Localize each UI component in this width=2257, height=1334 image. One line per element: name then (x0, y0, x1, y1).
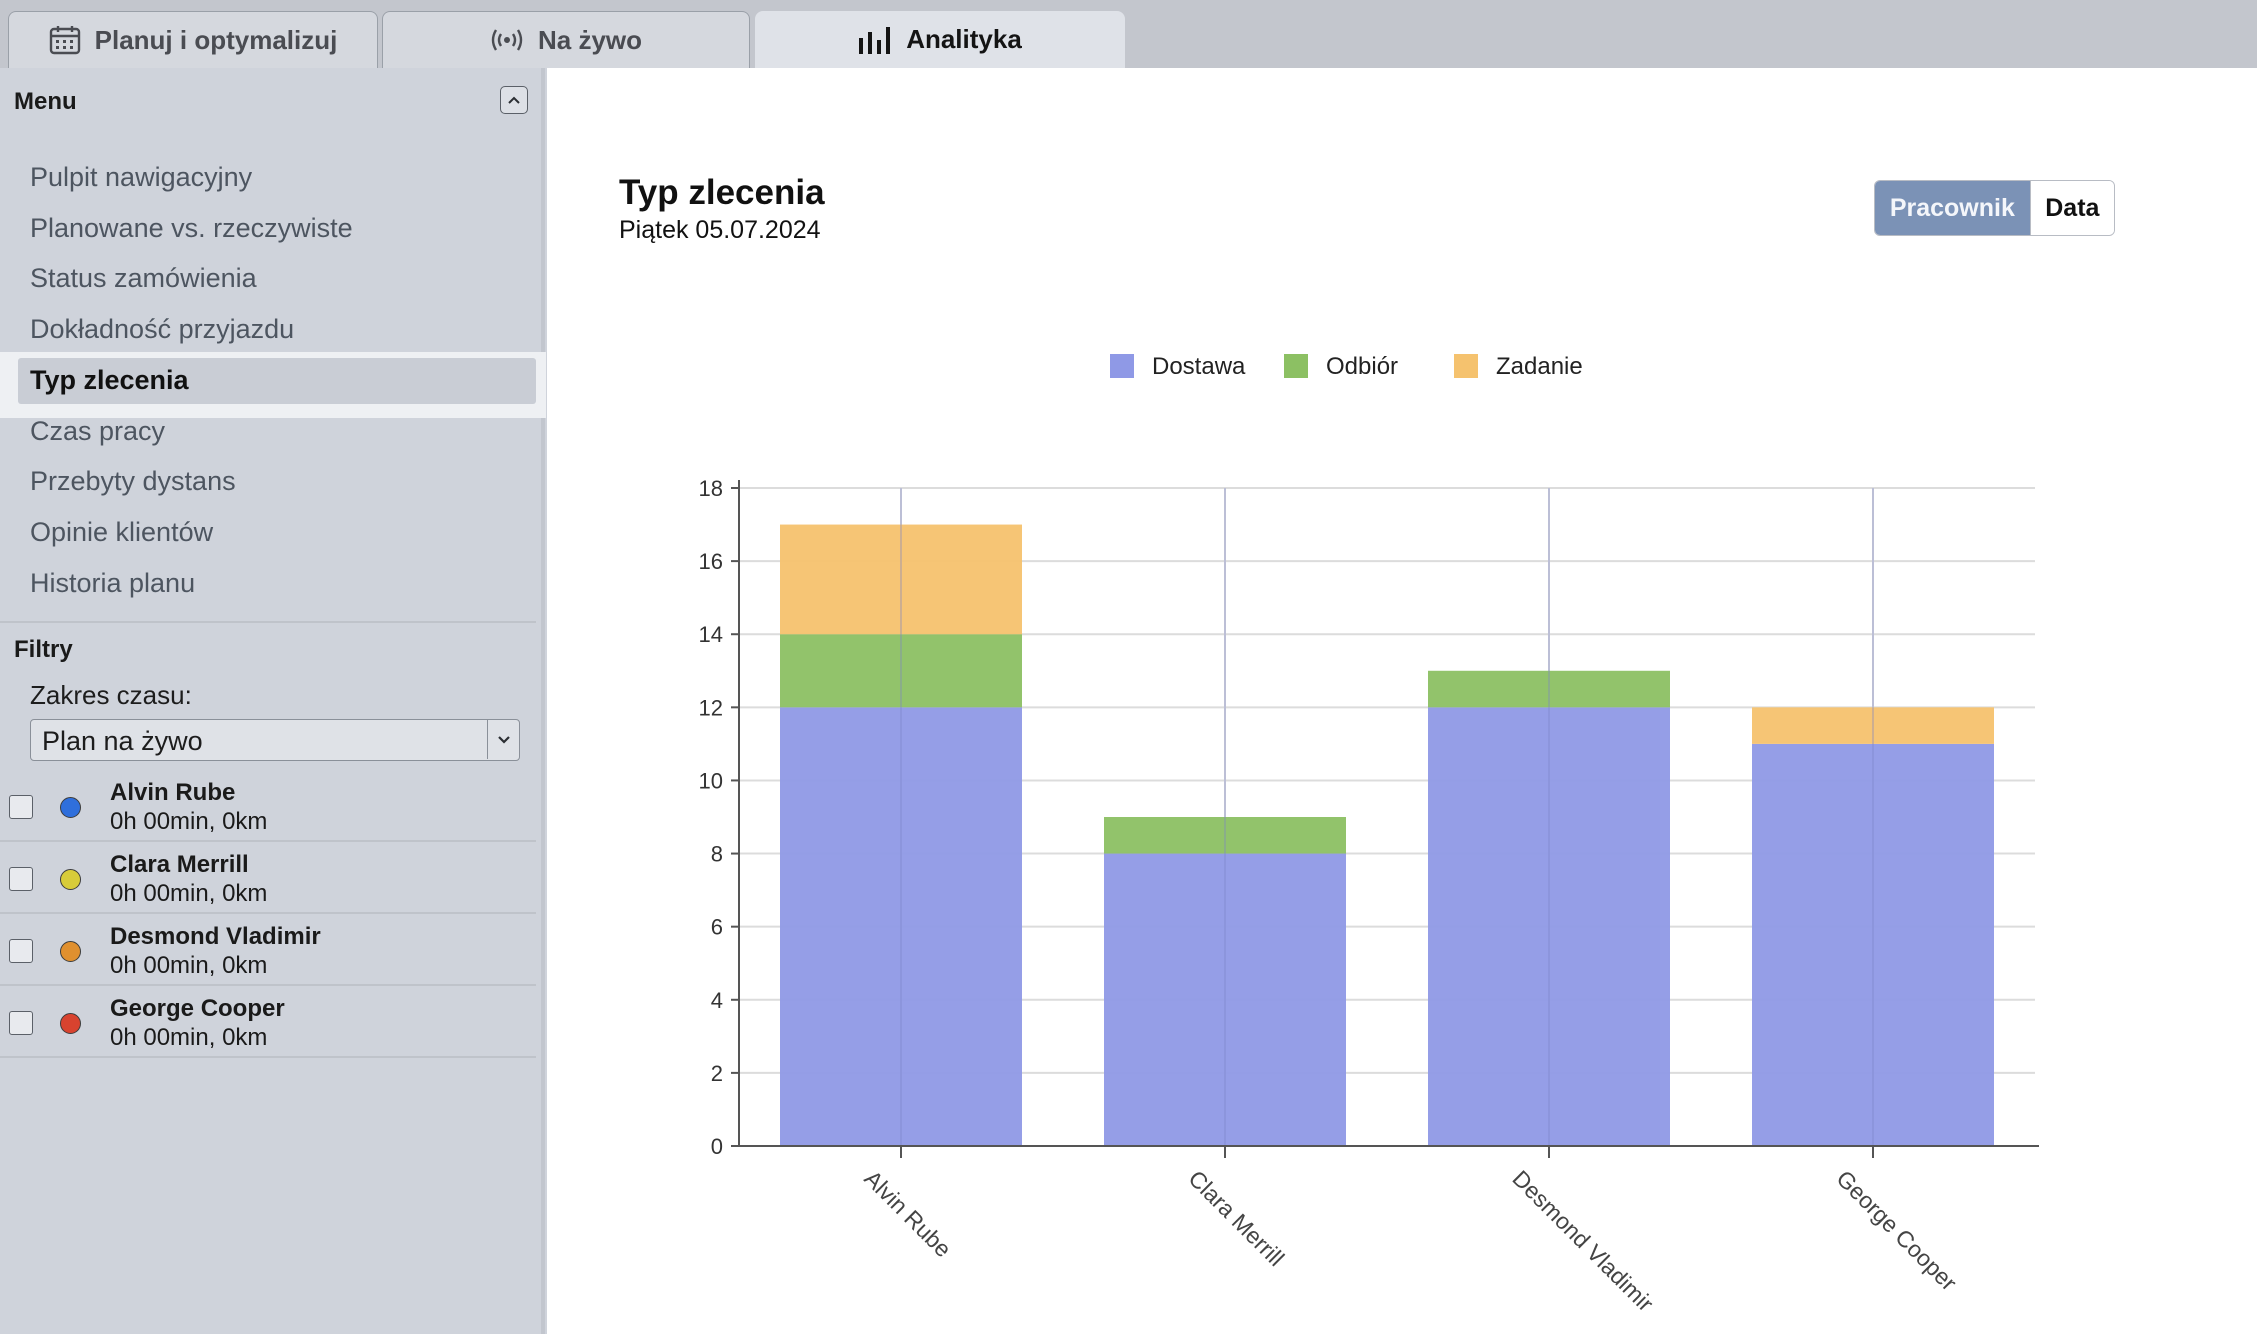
broadcast-icon (491, 29, 523, 51)
worker-checkbox[interactable] (9, 867, 33, 891)
tab-label: Planuj i optymalizuj (94, 24, 338, 55)
legend-label: Odbiór (1326, 353, 1398, 380)
worker-row-alvin-rube: Alvin Rube 0h 00min, 0km (0, 770, 536, 842)
tab-bar: Planuj i optymalizuj Na żywo Analityka (0, 0, 2257, 68)
tab-label: Na żywo (537, 24, 643, 55)
x-tick-label: Alvin Rube (859, 1165, 956, 1262)
worker-color-dot (60, 941, 81, 962)
worker-name: Desmond Vladimir (110, 923, 321, 950)
worker-stats: 0h 00min, 0km (110, 880, 268, 907)
worker-checkbox[interactable] (9, 939, 33, 963)
menu-title: Menu (14, 88, 77, 115)
worker-row-clara-merrill: Clara Merrill 0h 00min, 0km (0, 842, 536, 914)
worker-checkbox[interactable] (9, 1011, 33, 1035)
calendar-icon (49, 26, 80, 55)
x-tick-label: Desmond Vladimir (1507, 1165, 1658, 1316)
y-tick-label: 8 (711, 842, 723, 867)
x-tick-label: George Cooper (1831, 1165, 1962, 1296)
filters-title: Filtry (14, 636, 73, 663)
worker-stats: 0h 00min, 0km (110, 808, 268, 835)
legend-label: Zadanie (1496, 353, 1583, 380)
menu-item-planned-vs-actual[interactable]: Planowane vs. rzeczywiste (30, 213, 353, 244)
y-tick-label: 18 (699, 476, 723, 501)
tab-label: Analityka (906, 24, 1022, 54)
menu-item-work-time[interactable]: Czas pracy (30, 416, 165, 447)
time-range-value: Plan na żywo (42, 726, 203, 756)
menu-item-distance[interactable]: Przebyty dystans (30, 466, 236, 497)
worker-stats: 0h 00min, 0km (110, 1024, 268, 1051)
worker-color-dot (60, 869, 81, 890)
collapse-menu-button[interactable] (500, 86, 528, 114)
sidebar: Menu Pulpit nawigacyjny Planowane vs. rz… (0, 68, 546, 1334)
y-tick-label: 0 (711, 1134, 723, 1159)
worker-name: Alvin Rube (110, 779, 236, 806)
menu-item-plan-history[interactable]: Historia planu (30, 568, 195, 599)
legend-swatch (1110, 354, 1134, 378)
legend-swatch (1284, 354, 1308, 378)
y-tick-label: 12 (699, 695, 723, 720)
worker-color-dot (60, 1013, 81, 1034)
chevron-down-icon (487, 720, 519, 759)
menu-item-customer-reviews[interactable]: Opinie klientów (30, 517, 213, 548)
y-tick-label: 2 (711, 1061, 723, 1086)
divider (0, 621, 536, 623)
y-tick-label: 10 (699, 768, 723, 793)
worker-name: George Cooper (110, 995, 285, 1022)
menu-item-order-type[interactable]: Typ zlecenia (18, 358, 536, 404)
time-range-select[interactable]: Plan na żywo (30, 719, 520, 761)
worker-name: Clara Merrill (110, 851, 249, 878)
main-panel: Typ zlecenia Piątek 05.07.2024 Pracownik… (547, 68, 2257, 1334)
chevron-up-icon (508, 96, 520, 104)
menu-item-dashboard[interactable]: Pulpit nawigacyjny (30, 162, 252, 193)
menu-item-arrival-accuracy[interactable]: Dokładność przyjazdu (30, 314, 294, 345)
worker-color-dot (60, 797, 81, 818)
time-range-label: Zakres czasu: (30, 680, 192, 710)
bar-chart-icon (859, 26, 891, 54)
x-tick-label: Clara Merrill (1183, 1165, 1289, 1271)
worker-row-desmond-vladimir: Desmond Vladimir 0h 00min, 0km (0, 914, 536, 986)
legend-swatch (1454, 354, 1478, 378)
worker-checkbox[interactable] (9, 795, 33, 819)
order-type-chart: 0 2 4 6 8 10 12 14 16 18 Alvin Rube Clara Merrill De… (699, 353, 2039, 1317)
menu-item-label: Typ zlecenia (30, 365, 189, 395)
menu-item-order-status[interactable]: Status zamówienia (30, 263, 257, 294)
tab-plan-optimize[interactable]: Planuj i optymalizuj (8, 11, 378, 68)
y-tick-label: 6 (711, 915, 723, 940)
worker-stats: 0h 00min, 0km (110, 952, 268, 979)
y-tick-label: 14 (699, 622, 723, 647)
worker-row-george-cooper: George Cooper 0h 00min, 0km (0, 986, 536, 1058)
legend-label: Dostawa (1152, 353, 1246, 380)
y-tick-label: 16 (699, 549, 723, 574)
y-tick-label: 4 (711, 988, 723, 1013)
tab-analytics[interactable]: Analityka (755, 11, 1125, 68)
tab-live[interactable]: Na żywo (382, 11, 750, 68)
